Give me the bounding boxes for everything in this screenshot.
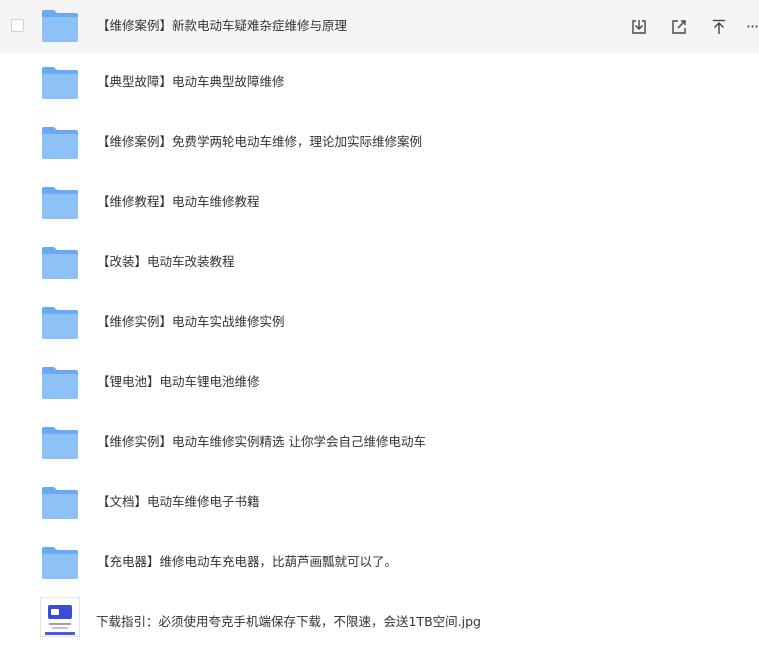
folder-icon (42, 187, 78, 219)
list-item[interactable]: 【充电器】维修电动车充电器，比葫芦画瓢就可以了。 (0, 534, 759, 594)
folder-icon (42, 427, 78, 459)
list-item[interactable]: 【锂电池】电动车锂电池维修 (0, 354, 759, 414)
select-checkbox[interactable] (11, 19, 24, 32)
download-icon[interactable] (629, 17, 649, 37)
file-name[interactable]: 【改装】电动车改装教程 (97, 254, 235, 270)
list-item[interactable]: 下载指引：必须使用夸克手机端保存下载，不限速，会送1TB空间.jpg (0, 594, 759, 645)
list-item[interactable]: 【文档】电动车维修电子书籍 (0, 474, 759, 534)
file-name[interactable]: 【维修实例】电动车维修实例精选 让你学会自己维修电动车 (97, 434, 426, 450)
folder-icon (42, 487, 78, 519)
file-name[interactable]: 【典型故障】电动车典型故障维修 (97, 74, 285, 90)
list-item[interactable]: 【维修实例】电动车维修实例精选 让你学会自己维修电动车 (0, 414, 759, 474)
pin-top-icon[interactable] (709, 17, 729, 37)
share-icon[interactable] (669, 17, 689, 37)
file-name[interactable]: 【维修教程】电动车维修教程 (97, 194, 260, 210)
folder-icon (42, 307, 78, 339)
list-item[interactable]: 【维修教程】电动车维修教程 (0, 174, 759, 234)
file-name[interactable]: 【维修实例】电动车实战维修实例 (97, 314, 285, 330)
image-thumbnail (40, 597, 80, 637)
list-item[interactable]: 【典型故障】电动车典型故障维修 (0, 54, 759, 114)
file-name[interactable]: 【文档】电动车维修电子书籍 (97, 494, 260, 510)
file-name[interactable]: 下载指引：必须使用夸克手机端保存下载，不限速，会送1TB空间.jpg (96, 614, 481, 630)
folder-icon (42, 247, 78, 279)
folder-icon (42, 67, 78, 99)
list-item[interactable]: 【维修案例】新款电动车疑难杂症维修与原理 ··· (0, 0, 759, 54)
row-actions: ··· (609, 15, 759, 39)
file-list: 【维修案例】新款电动车疑难杂症维修与原理 ··· 【典型故障】电动车典型故障维修… (0, 0, 759, 645)
list-item[interactable]: 【维修案例】免费学两轮电动车维修，理论加实际维修案例 (0, 114, 759, 174)
file-name[interactable]: 【维修案例】新款电动车疑难杂症维修与原理 (97, 18, 347, 34)
file-name[interactable]: 【维修案例】免费学两轮电动车维修，理论加实际维修案例 (97, 134, 422, 150)
folder-icon (42, 10, 78, 42)
folder-icon (42, 127, 78, 159)
list-item[interactable]: 【维修实例】电动车实战维修实例 (0, 294, 759, 354)
more-icon[interactable]: ··· (745, 17, 759, 37)
folder-icon (42, 367, 78, 399)
folder-icon (42, 547, 78, 579)
file-name[interactable]: 【充电器】维修电动车充电器，比葫芦画瓢就可以了。 (97, 554, 397, 570)
list-item[interactable]: 【改装】电动车改装教程 (0, 234, 759, 294)
file-name[interactable]: 【锂电池】电动车锂电池维修 (97, 374, 260, 390)
